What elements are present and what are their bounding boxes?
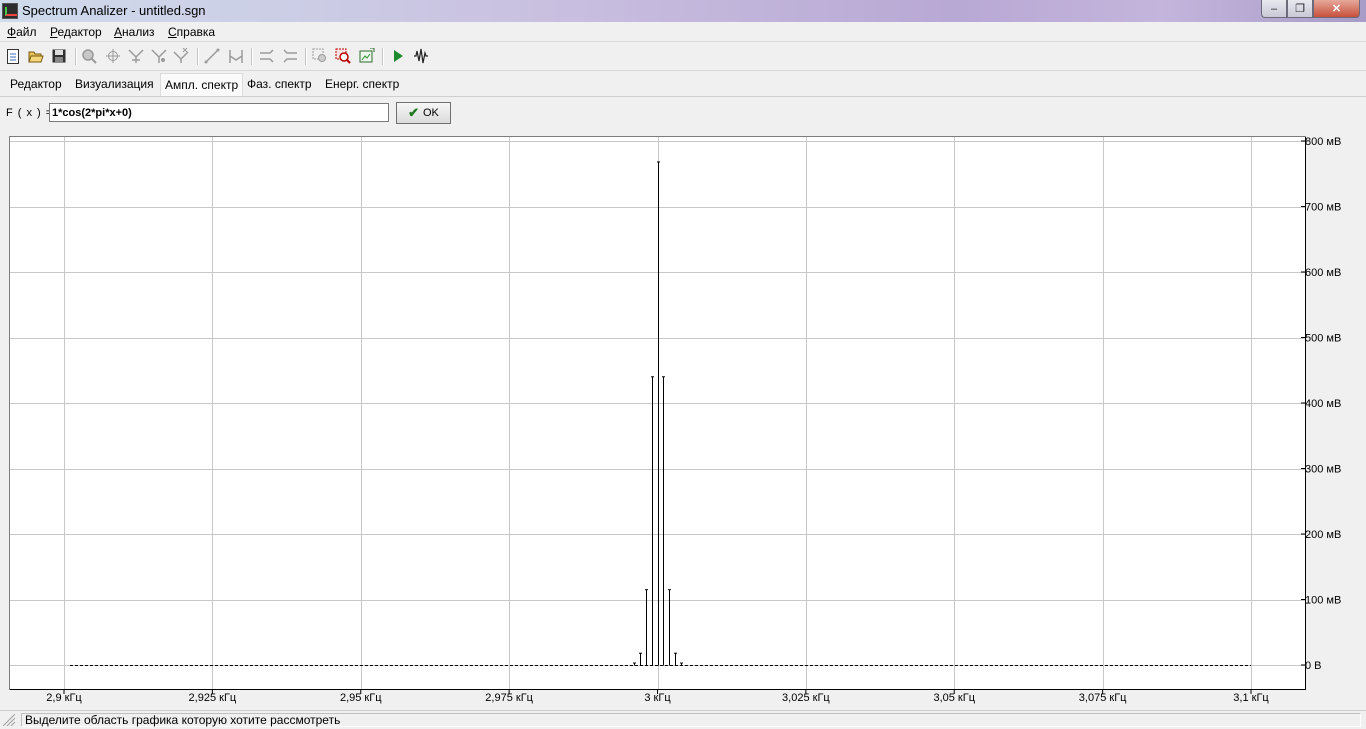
menu-analysis[interactable]: Анализ (114, 25, 155, 39)
zoom-reset-icon[interactable] (334, 47, 352, 65)
y-tick-label: 500 мВ (1305, 333, 1341, 345)
ok-button-label: OK (423, 107, 439, 119)
formula-label: F ( x ) = (6, 107, 54, 119)
formula-input[interactable] (49, 103, 389, 122)
line-icon[interactable] (203, 47, 221, 65)
x-tick-label: 3,025 кГц (782, 692, 830, 704)
tab-amplitude-spectrum[interactable]: Ампл. спектр (160, 73, 244, 96)
status-text: Выделите область графика которую хотите … (21, 713, 1361, 727)
x-tick-label: 3,1 кГц (1233, 692, 1269, 704)
y-tick-label: 800 мВ (1305, 136, 1341, 148)
maximize-button[interactable]: ❐ (1287, 0, 1313, 18)
toolbar-separator (75, 48, 77, 65)
shift-left-icon[interactable] (258, 47, 276, 65)
tab-energy-spectrum[interactable]: Енерг. спектр (325, 77, 399, 91)
toolbar-separator (382, 48, 384, 65)
status-bar: Выделите область графика которую хотите … (0, 710, 1366, 729)
save-icon[interactable] (50, 47, 68, 65)
toolbar (0, 42, 1366, 71)
zoom-icon[interactable] (80, 47, 98, 65)
x-tick-label: 2,975 кГц (485, 692, 533, 704)
check-icon: ✔ (408, 105, 419, 120)
tab-phase-spectrum[interactable]: Фаз. спектр (247, 77, 312, 91)
status-grip-icon (3, 714, 15, 726)
y-tick-label: 100 мВ (1305, 595, 1341, 607)
window-title: Spectrum Analizer - untitled.sgn (22, 3, 206, 18)
x-tick-label: 2,95 кГц (340, 692, 382, 704)
close-button[interactable]: ✕ (1313, 0, 1360, 18)
ok-button[interactable]: ✔ OK (396, 102, 451, 124)
menu-editor[interactable]: Редактор (50, 25, 102, 39)
new-file-icon[interactable] (4, 47, 22, 65)
chart-canvas[interactable] (10, 137, 1305, 689)
toolbar-separator (197, 48, 199, 65)
filter-x-icon[interactable] (172, 47, 190, 65)
menu-bar: Файл Редактор Анализ Справка (0, 22, 1366, 42)
toolbar-separator (251, 48, 253, 65)
waveform-icon[interactable] (412, 47, 430, 65)
x-tick-label: 3,075 кГц (1079, 692, 1127, 704)
y-tick-label: 200 мВ (1305, 529, 1341, 541)
tab-editor[interactable]: Редактор (10, 77, 62, 91)
menu-help[interactable]: Справка (168, 25, 215, 39)
tab-bar: Редактор Визуализация Ампл. спектр Фаз. … (0, 71, 1366, 97)
x-tick-label: 2,9 кГц (46, 692, 82, 704)
minimize-button[interactable]: ‒ (1261, 0, 1287, 18)
app-icon[interactable] (2, 3, 18, 19)
amplitude-spectrum-chart[interactable] (9, 136, 1306, 690)
play-icon[interactable] (389, 47, 407, 65)
tab-visualization[interactable]: Визуализация (75, 77, 154, 91)
y-tick-label: 300 мВ (1305, 464, 1341, 476)
y-tick-label: 700 мВ (1305, 202, 1341, 214)
y-tick-label: 400 мВ (1305, 398, 1341, 410)
menu-file[interactable]: Файл (7, 25, 37, 39)
title-bar: Spectrum Analizer - untitled.sgn ‒ ❐ ✕ (0, 0, 1366, 22)
crosshair-icon[interactable] (104, 47, 122, 65)
export-image-icon[interactable] (358, 47, 376, 65)
shift-right-icon[interactable] (281, 47, 299, 65)
y-tick-label: 600 мВ (1305, 267, 1341, 279)
bracket-icon[interactable] (227, 47, 245, 65)
x-tick-label: 3,05 кГц (933, 692, 975, 704)
x-tick-label: 3 кГц (644, 692, 671, 704)
open-folder-icon[interactable] (27, 47, 45, 65)
filter-icon[interactable] (127, 47, 145, 65)
toolbar-separator (305, 48, 307, 65)
filter-alt-icon[interactable] (150, 47, 168, 65)
y-tick-label: 0 В (1305, 660, 1322, 672)
x-tick-label: 2,925 кГц (189, 692, 237, 704)
zoom-area-icon[interactable] (311, 47, 329, 65)
